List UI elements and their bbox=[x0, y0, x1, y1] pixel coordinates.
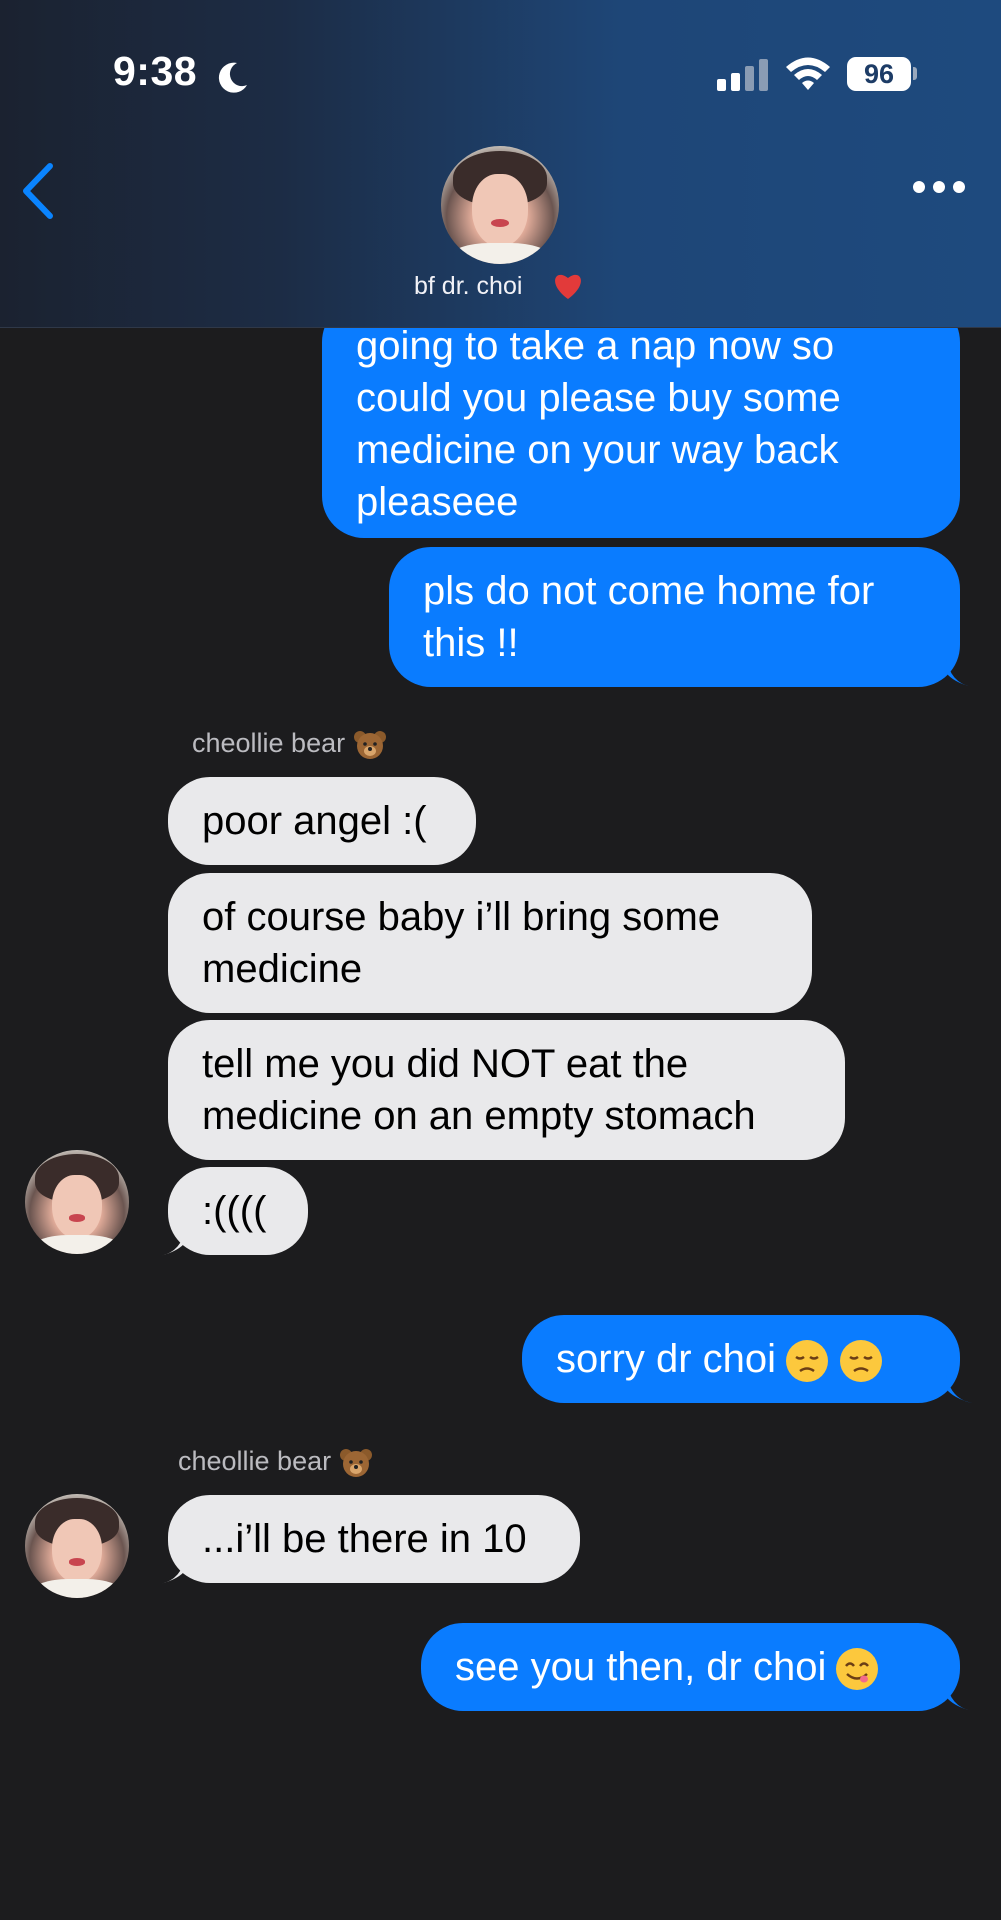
outgoing-message[interactable]: sorry dr choi bbox=[522, 1315, 960, 1403]
contact-avatar[interactable] bbox=[25, 1494, 129, 1598]
contact-avatar[interactable] bbox=[441, 146, 559, 264]
message-line: poor angel :( bbox=[202, 799, 427, 843]
contact-avatar[interactable] bbox=[25, 1150, 129, 1254]
sender-label: cheollie bear bbox=[192, 728, 346, 758]
incoming-message[interactable]: :(((( bbox=[168, 1167, 308, 1255]
message-line: pls do not come home for bbox=[423, 569, 875, 613]
outgoing-message[interactable]: pls do not come home for this !! bbox=[389, 547, 960, 687]
message-line: of course baby i’ll bring some bbox=[202, 895, 721, 939]
message-line: :(((( bbox=[202, 1189, 267, 1233]
back-chevron-icon[interactable] bbox=[18, 162, 58, 220]
message-line: this !! bbox=[423, 621, 519, 665]
sender-name: cheollie bear bbox=[192, 728, 387, 760]
message-line: ...i’ll be there in 10 bbox=[202, 1517, 527, 1561]
sender-name: cheollie bear bbox=[178, 1446, 373, 1478]
heart-emoji bbox=[555, 274, 581, 299]
disappointed-emoji bbox=[840, 1340, 883, 1383]
incoming-message[interactable]: of course baby i’ll bring some medicine bbox=[168, 873, 812, 1013]
bubble-tail bbox=[160, 1554, 186, 1584]
message-line: pleaseee bbox=[356, 480, 519, 524]
battery-tip bbox=[913, 67, 917, 80]
bubble-tail bbox=[946, 1373, 972, 1403]
message-line: medicine on your way back bbox=[356, 428, 839, 472]
moon-icon bbox=[218, 62, 247, 93]
message-line: could you please buy some bbox=[356, 376, 841, 420]
outgoing-message[interactable]: going to take a nap now so could you ple… bbox=[322, 300, 960, 538]
outgoing-message[interactable]: see you then, dr choi bbox=[421, 1623, 960, 1711]
signal-icon bbox=[717, 59, 768, 91]
more-icon[interactable] bbox=[912, 180, 966, 194]
sender-label: cheollie bear bbox=[178, 1446, 332, 1476]
battery-indicator: 96 bbox=[847, 57, 911, 91]
message-line: medicine bbox=[202, 947, 363, 991]
conversation-header: 9:38 96 bf dr. choi bbox=[0, 0, 1001, 328]
message-line: tell me you did NOT eat the bbox=[202, 1042, 689, 1086]
incoming-message[interactable]: tell me you did NOT eat the medicine on … bbox=[168, 1020, 845, 1160]
message-line: see you then, dr choi bbox=[455, 1645, 827, 1689]
contact-name[interactable]: bf dr. choi bbox=[414, 272, 522, 301]
yum-emoji bbox=[836, 1648, 879, 1691]
disappointed-emoji bbox=[786, 1340, 829, 1383]
wifi-icon bbox=[786, 57, 830, 90]
incoming-message[interactable]: poor angel :( bbox=[168, 777, 476, 865]
bubble-tail bbox=[946, 657, 972, 687]
bear-emoji bbox=[340, 1448, 373, 1477]
bubble-tail bbox=[946, 1681, 972, 1711]
bear-emoji bbox=[354, 730, 387, 759]
message-line: sorry dr choi bbox=[556, 1337, 777, 1381]
bubble-tail bbox=[160, 1226, 186, 1256]
incoming-message[interactable]: ...i’ll be there in 10 bbox=[168, 1495, 580, 1583]
status-time: 9:38 bbox=[113, 48, 198, 94]
message-line: medicine on an empty stomach bbox=[202, 1094, 756, 1138]
